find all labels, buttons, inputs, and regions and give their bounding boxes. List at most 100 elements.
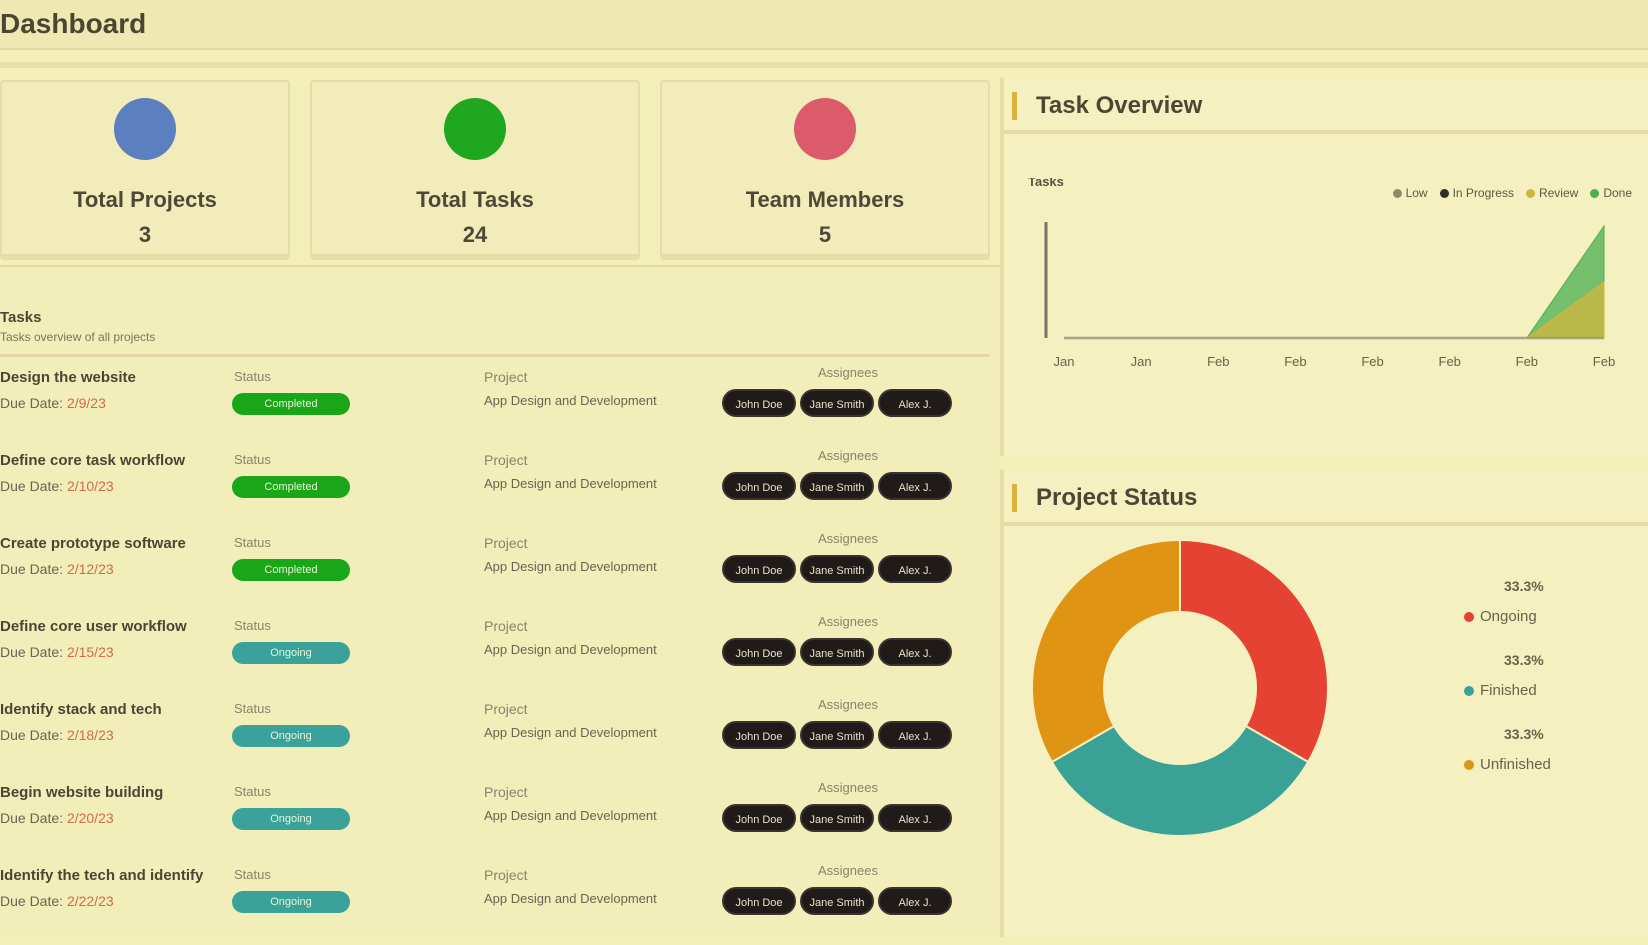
donut-slice-finished[interactable] bbox=[1050, 724, 1310, 837]
project-label: Project bbox=[484, 452, 528, 468]
task-row[interactable]: Identify stack and tech Due Date: 2/18/2… bbox=[0, 695, 990, 779]
assignee-chip[interactable]: Alex J. bbox=[878, 887, 952, 915]
project-name[interactable]: App Design and Development bbox=[484, 642, 657, 657]
donut-percent: 33.3% bbox=[1504, 726, 1544, 742]
task-row[interactable]: Begin website building Due Date: 2/20/23… bbox=[0, 778, 990, 862]
task-name[interactable]: Identify the tech and identify bbox=[0, 867, 203, 884]
due-date: 2/22/23 bbox=[66, 893, 114, 909]
status-badge[interactable]: Ongoing bbox=[232, 808, 350, 830]
status-badge[interactable]: Completed bbox=[232, 393, 350, 415]
assignee-chip[interactable]: John Doe bbox=[722, 887, 796, 915]
area-series-3 bbox=[1064, 224, 1605, 339]
project-name[interactable]: App Design and Development bbox=[484, 891, 657, 906]
status-label: Status bbox=[234, 784, 271, 799]
assignee-chip[interactable]: Jane Smith bbox=[800, 389, 874, 417]
donut-legend-swatch bbox=[1464, 760, 1474, 770]
stat-card-projects[interactable]: Total Projects 3 bbox=[0, 80, 290, 256]
assignees-label: Assignees bbox=[818, 365, 878, 380]
stat-value: 5 bbox=[818, 222, 832, 247]
due-prefix: Due Date: bbox=[0, 478, 64, 494]
assignee-chip[interactable]: John Doe bbox=[722, 389, 796, 417]
assignee-chip[interactable]: John Doe bbox=[722, 804, 796, 832]
task-name[interactable]: Define core user workflow bbox=[0, 618, 187, 635]
task-name[interactable]: Begin website building bbox=[0, 784, 163, 801]
project-name[interactable]: App Design and Development bbox=[484, 725, 657, 740]
project-name[interactable]: App Design and Development bbox=[484, 559, 657, 574]
due-date: 2/10/23 bbox=[66, 478, 114, 494]
project-label: Project bbox=[484, 867, 528, 883]
status-badge[interactable]: Ongoing bbox=[232, 725, 350, 747]
task-name[interactable]: Define core task workflow bbox=[0, 452, 185, 469]
assignees-label: Assignees bbox=[818, 448, 878, 463]
project-label: Project bbox=[484, 618, 528, 634]
donut-percent: 33.3% bbox=[1504, 578, 1544, 594]
status-badge[interactable]: Ongoing bbox=[232, 642, 350, 664]
assignee-chip[interactable]: Jane Smith bbox=[800, 887, 874, 915]
task-name[interactable]: Design the website bbox=[0, 369, 136, 386]
tasks-header: Tasks Tasks overview of all projects bbox=[0, 275, 990, 357]
assignee-chip[interactable]: Jane Smith bbox=[800, 721, 874, 749]
due-prefix: Due Date: bbox=[0, 395, 64, 411]
task-row[interactable]: Create prototype software Due Date: 2/12… bbox=[0, 529, 990, 613]
task-due: Due Date: 2/20/23 bbox=[0, 810, 114, 826]
donut-slice-unfinished[interactable] bbox=[1031, 538, 1181, 764]
assignee-chip[interactable]: Jane Smith bbox=[800, 555, 874, 583]
donut-legend-label: Unfinished bbox=[1480, 756, 1551, 773]
status-badge[interactable]: Completed bbox=[232, 476, 350, 498]
donut-legend-swatch bbox=[1464, 612, 1474, 622]
assignee-chip[interactable]: Jane Smith bbox=[800, 638, 874, 666]
assignee-chip[interactable]: Alex J. bbox=[878, 638, 952, 666]
task-name[interactable]: Identify stack and tech bbox=[0, 701, 162, 718]
x-tick-label: Feb bbox=[1516, 354, 1538, 369]
stat-label: Total Projects bbox=[73, 187, 217, 212]
users-icon bbox=[794, 98, 856, 160]
task-row[interactable]: Design the website Due Date: 2/9/23 Stat… bbox=[0, 363, 990, 447]
assignee-chip[interactable]: Alex J. bbox=[878, 804, 952, 832]
x-tick-label: Feb bbox=[1361, 354, 1383, 369]
donut-legend-label: Ongoing bbox=[1480, 608, 1537, 625]
panel-accent bbox=[1012, 484, 1017, 512]
assignee-chip[interactable]: Jane Smith bbox=[800, 804, 874, 832]
task-row[interactable]: Define core user workflow Due Date: 2/15… bbox=[0, 612, 990, 696]
task-row[interactable]: Identify the tech and identify Due Date:… bbox=[0, 861, 990, 945]
assignee-chip[interactable]: Alex J. bbox=[878, 721, 952, 749]
assignee-chip[interactable]: Alex J. bbox=[878, 389, 952, 417]
project-name[interactable]: App Design and Development bbox=[484, 476, 657, 491]
project-label: Project bbox=[484, 784, 528, 800]
task-due: Due Date: 2/12/23 bbox=[0, 561, 114, 577]
task-name[interactable]: Create prototype software bbox=[0, 535, 186, 552]
assignees-label: Assignees bbox=[818, 697, 878, 712]
donut-legend-swatch bbox=[1464, 686, 1474, 696]
tasks-title: Tasks bbox=[0, 309, 42, 326]
due-date: 2/9/23 bbox=[66, 395, 106, 411]
status-badge[interactable]: Ongoing bbox=[232, 891, 350, 913]
task-due: Due Date: 2/15/23 bbox=[0, 644, 114, 660]
assignee-chip[interactable]: John Doe bbox=[722, 555, 796, 583]
assignee-chip[interactable]: Alex J. bbox=[878, 555, 952, 583]
due-prefix: Due Date: bbox=[0, 561, 64, 577]
status-label: Status bbox=[234, 701, 271, 716]
status-label: Status bbox=[234, 535, 271, 550]
status-badge[interactable]: Completed bbox=[232, 559, 350, 581]
assignee-chip[interactable]: Alex J. bbox=[878, 472, 952, 500]
status-label: Status bbox=[234, 369, 271, 384]
x-tick-label: Jan bbox=[1131, 354, 1152, 369]
stat-card-team[interactable]: Team Members 5 bbox=[660, 80, 990, 256]
tasks-panel: Tasks Tasks overview of all projects Des… bbox=[0, 265, 1000, 937]
due-prefix: Due Date: bbox=[0, 893, 64, 909]
donut-slice-ongoing[interactable] bbox=[1179, 538, 1329, 764]
panel-header: Project Status bbox=[1004, 470, 1648, 526]
panel-title: Task Overview bbox=[1036, 92, 1203, 119]
project-name[interactable]: App Design and Development bbox=[484, 808, 657, 823]
assignee-chip[interactable]: John Doe bbox=[722, 638, 796, 666]
assignees-label: Assignees bbox=[818, 531, 878, 546]
task-row[interactable]: Define core task workflow Due Date: 2/10… bbox=[0, 446, 990, 530]
assignee-chip[interactable]: John Doe bbox=[722, 472, 796, 500]
task-overview-chart: Tasks Jan Jan Feb Feb Feb Feb Feb Feb bbox=[1028, 178, 1615, 369]
project-label: Project bbox=[484, 701, 528, 717]
assignee-chip[interactable]: John Doe bbox=[722, 721, 796, 749]
task-due: Due Date: 2/9/23 bbox=[0, 395, 106, 411]
project-name[interactable]: App Design and Development bbox=[484, 393, 657, 408]
stat-card-tasks[interactable]: Total Tasks 24 bbox=[310, 80, 640, 256]
assignee-chip[interactable]: Jane Smith bbox=[800, 472, 874, 500]
